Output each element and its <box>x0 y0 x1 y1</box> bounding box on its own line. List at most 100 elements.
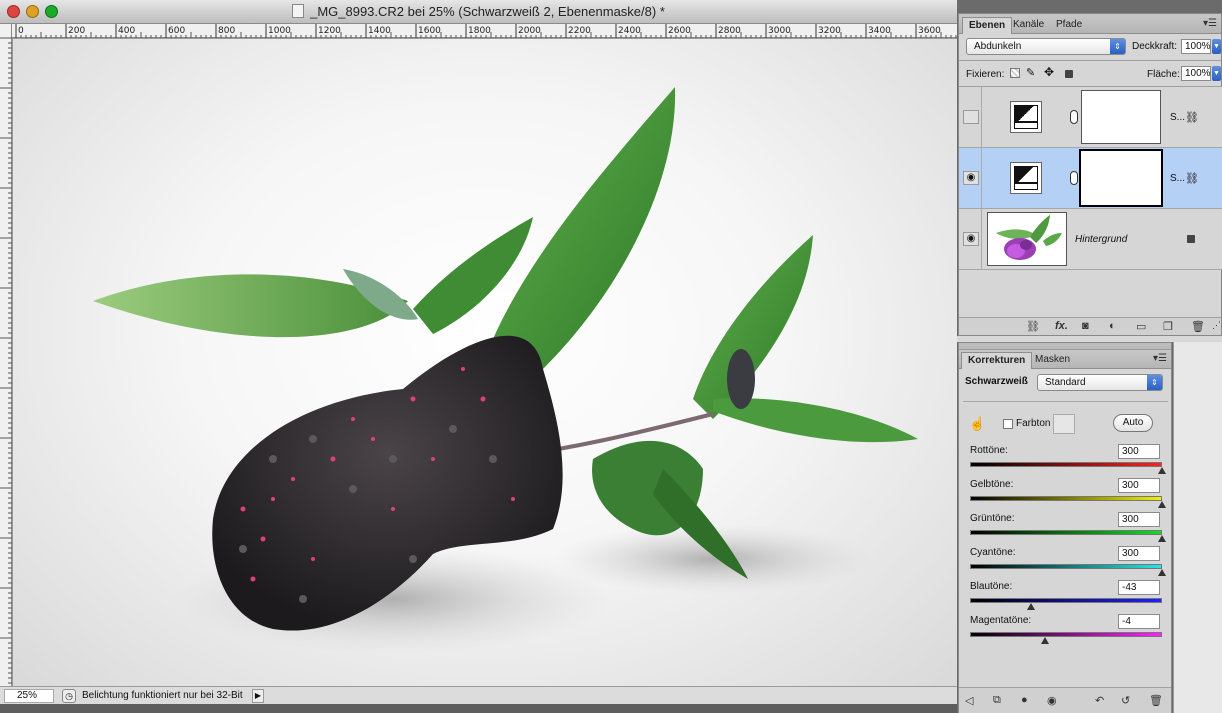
slider-track[interactable] <box>970 496 1162 501</box>
lock-paint-icon[interactable]: ✎ <box>1026 66 1035 79</box>
slider-thumb[interactable] <box>1027 603 1036 610</box>
slider-thumb[interactable] <box>1158 569 1166 576</box>
slider-thumb[interactable] <box>1158 535 1166 542</box>
slider-value-field[interactable]: -4 <box>1118 614 1160 629</box>
expand-view-icon[interactable]: ⧉ <box>993 694 1001 707</box>
back-arrow-icon[interactable]: ◁ <box>965 694 973 707</box>
ruler-label: 1600 <box>418 26 441 36</box>
ruler-label: 600 <box>168 26 185 36</box>
layer-row-bw-2[interactable]: ◉ S... ⛓ <box>959 148 1222 209</box>
slider-value-field[interactable]: 300 <box>1118 512 1160 527</box>
document-icon <box>292 4 305 18</box>
divider <box>963 401 1168 402</box>
visibility-eye-icon[interactable]: ◉ <box>963 232 979 246</box>
vertical-ruler-ticks <box>0 37 12 684</box>
image-canvas[interactable] <box>13 39 957 686</box>
add-mask-icon[interactable]: ◙ <box>1082 320 1089 332</box>
targeted-adjustment-hand-icon[interactable]: ☝ <box>969 416 985 432</box>
slider-track[interactable] <box>970 564 1162 569</box>
slider-thumb[interactable] <box>1158 467 1166 474</box>
new-adjustment-layer-icon[interactable]: ◐ <box>1109 320 1116 332</box>
auto-button[interactable]: Auto <box>1113 414 1153 432</box>
slider-value-field[interactable]: 300 <box>1118 546 1160 561</box>
layer-row-bw-1[interactable]: S... ⛓ <box>959 87 1222 148</box>
ruler-label: 3400 <box>868 26 891 36</box>
new-layer-icon[interactable]: ❐ <box>1163 320 1173 333</box>
zoom-level-field[interactable]: 25% <box>4 689 54 703</box>
ruler-label: 2000 <box>518 26 541 36</box>
adjustments-panel-footer: ◁ ⧉ ● ◉ ↶ ↺ 🗑 <box>959 687 1171 713</box>
opacity-field[interactable]: 100% <box>1181 39 1211 54</box>
adjustment-title: Schwarzweiß <box>965 376 1028 387</box>
slider-label: Gelbtöne: <box>970 479 1014 490</box>
layer-row-background[interactable]: ◉ Hintergrund <box>959 209 1222 270</box>
panel-menu-icon[interactable]: ▾☰ <box>1153 353 1167 364</box>
divider <box>981 87 982 148</box>
slider-label: Magentatöne: <box>970 615 1032 626</box>
ruler-label: 3600 <box>918 26 941 36</box>
horizontal-ruler[interactable]: 0 200 400 600 800 1000 1200 1400 1600 1800 2000 220… <box>12 24 957 38</box>
mask-link-icon[interactable] <box>1070 110 1078 124</box>
tab-adjustments[interactable]: Korrekturen <box>961 352 1033 369</box>
resize-grip-icon[interactable]: ⋰ <box>1212 320 1221 331</box>
title-bar[interactable]: _MG_8993.CR2 bei 25% (Schwarzweiß 2, Ebe… <box>0 0 957 24</box>
layer-name[interactable]: Hintergrund <box>1075 234 1127 245</box>
fill-dropdown-icon[interactable]: ▼ <box>1212 66 1221 81</box>
tab-layers[interactable]: Ebenen <box>962 17 1013 34</box>
layer-name[interactable]: S... <box>1170 112 1185 123</box>
lock-move-icon[interactable]: ✥ <box>1044 65 1054 79</box>
opacity-label: Deckkraft: <box>1132 41 1178 52</box>
visibility-eye-icon[interactable]: ◉ <box>963 171 979 185</box>
status-text: Belichtung funktioniert nur bei 32-Bit <box>82 690 243 701</box>
tab-paths[interactable]: Pfade <box>1050 17 1088 34</box>
slider-value-field[interactable]: 300 <box>1118 478 1160 493</box>
delete-layer-icon[interactable]: 🗑 <box>1191 320 1205 333</box>
clip-to-layer-icon[interactable]: ● <box>1021 694 1028 706</box>
tab-channels[interactable]: Kanäle <box>1007 17 1050 34</box>
vertical-ruler[interactable] <box>0 24 12 686</box>
adjustments-tabs: Korrekturen Masken ▾☰ <box>959 350 1171 369</box>
visibility-toggle[interactable] <box>963 110 979 124</box>
tint-color-swatch[interactable] <box>1053 414 1075 434</box>
reset-icon[interactable]: ↺ <box>1121 694 1130 707</box>
slider-track[interactable] <box>970 530 1162 535</box>
slider-thumb[interactable] <box>1158 501 1166 508</box>
opacity-dropdown-icon[interactable]: ▼ <box>1212 39 1221 54</box>
slider-value-field[interactable]: -43 <box>1118 580 1160 595</box>
ruler-label: 400 <box>118 26 135 36</box>
slider-label: Rottöne: <box>970 445 1008 456</box>
slider-track[interactable] <box>970 598 1162 603</box>
horizontal-ruler-ticks: 0 200 400 600 800 1000 1200 1400 1600 1800 2000 220… <box>15 24 957 38</box>
preset-select[interactable]: Standard ⇕ <box>1037 374 1163 391</box>
tab-masks[interactable]: Masken <box>1029 352 1076 369</box>
panel-menu-icon[interactable]: ▾☰ <box>1203 18 1217 29</box>
ruler-label: 2800 <box>718 26 741 36</box>
layer-locked-icon <box>1187 235 1195 243</box>
status-bar: 25% ◷ Belichtung funktioniert nur bei 32… <box>0 686 957 704</box>
slider-thumb[interactable] <box>1040 637 1049 644</box>
new-group-icon[interactable]: ▭ <box>1136 320 1146 333</box>
mask-link-icon[interactable] <box>1070 171 1078 185</box>
layer-mask-thumbnail[interactable] <box>1081 90 1161 144</box>
layer-style-fx-icon[interactable]: fx. <box>1055 320 1068 332</box>
lock-transparent-icon[interactable] <box>1010 68 1020 78</box>
tint-checkbox[interactable] <box>1003 419 1013 429</box>
view-previous-state-icon[interactable]: ↶ <box>1095 694 1104 707</box>
layer-name[interactable]: S... <box>1170 173 1185 184</box>
panel-title-strip[interactable] <box>959 343 1171 350</box>
blend-mode-select[interactable]: Abdunkeln ⇕ <box>966 38 1126 55</box>
slider-value-field[interactable]: 300 <box>1118 444 1160 459</box>
status-menu-arrow-icon[interactable]: ▶ <box>252 689 264 703</box>
ruler-label: 2200 <box>568 26 591 36</box>
ruler-label: 1000 <box>268 26 291 36</box>
lock-all-icon[interactable] <box>1065 70 1073 78</box>
fill-field[interactable]: 100% <box>1181 66 1211 81</box>
status-info-icon[interactable]: ◷ <box>62 689 76 703</box>
delete-adjustment-icon[interactable]: 🗑 <box>1149 694 1163 707</box>
ruler-label: 3200 <box>818 26 841 36</box>
toggle-visibility-eye-icon[interactable]: ◉ <box>1047 694 1057 707</box>
slider-track[interactable] <box>970 462 1162 467</box>
link-layers-icon[interactable]: ⛓ <box>1026 320 1040 333</box>
slider-track[interactable] <box>970 632 1162 637</box>
layer-mask-thumbnail[interactable] <box>1079 149 1163 207</box>
